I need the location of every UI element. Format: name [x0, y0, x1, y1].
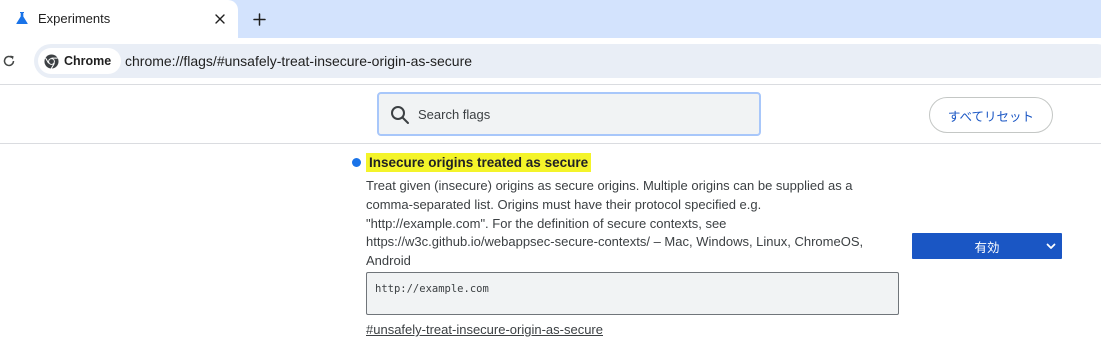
search-box[interactable] [377, 92, 761, 136]
flag-state-select[interactable]: 有効 [912, 233, 1062, 259]
flag-state-value: 有効 [974, 239, 1000, 255]
flag-description-line: Treat given (insecure) origins as secure… [366, 178, 853, 193]
flask-icon [16, 12, 28, 24]
new-tab-button[interactable] [248, 8, 270, 30]
flag-anchor-link[interactable]: #unsafely-treat-insecure-origin-as-secur… [366, 322, 603, 337]
reload-button[interactable] [0, 52, 18, 70]
flag-description-line: https://w3c.github.io/webappsec-secure-c… [366, 234, 864, 250]
plus-icon [252, 12, 266, 26]
flags-header: すべてリセット [0, 84, 1101, 144]
close-icon[interactable] [210, 9, 230, 29]
flag-description-line: comma-separated list. Origins must have … [366, 196, 762, 212]
search-input[interactable] [416, 94, 746, 134]
omnibox[interactable]: Chrome chrome://flags/#unsafely-treat-in… [34, 44, 1101, 78]
chrome-logo-icon [44, 53, 59, 69]
tab-strip: Experiments [0, 0, 1101, 38]
chip-label: Chrome [64, 54, 112, 68]
search-icon [391, 106, 409, 124]
flag-description-line: "http://example.com". For the definition… [366, 215, 727, 231]
reload-icon [3, 55, 15, 67]
url-text[interactable]: chrome://flags/#unsafely-treat-insecure-… [125, 53, 472, 69]
reset-all-button[interactable]: すべてリセット [929, 97, 1053, 133]
chevron-down-icon [1046, 243, 1056, 249]
toolbar: Chrome chrome://flags/#unsafely-treat-in… [0, 38, 1101, 84]
flag-description: Treat given (insecure) origins as secure… [366, 177, 906, 271]
flag-title: Insecure origins treated as secure [366, 153, 592, 172]
flag-status-dot [352, 158, 361, 167]
tab-experiments[interactable]: Experiments [0, 0, 238, 38]
site-chip[interactable]: Chrome [38, 48, 122, 74]
tab-title: Experiments [38, 11, 111, 26]
flag-description-line: Android [366, 253, 411, 269]
origins-textarea[interactable]: http://example.com [366, 272, 899, 315]
